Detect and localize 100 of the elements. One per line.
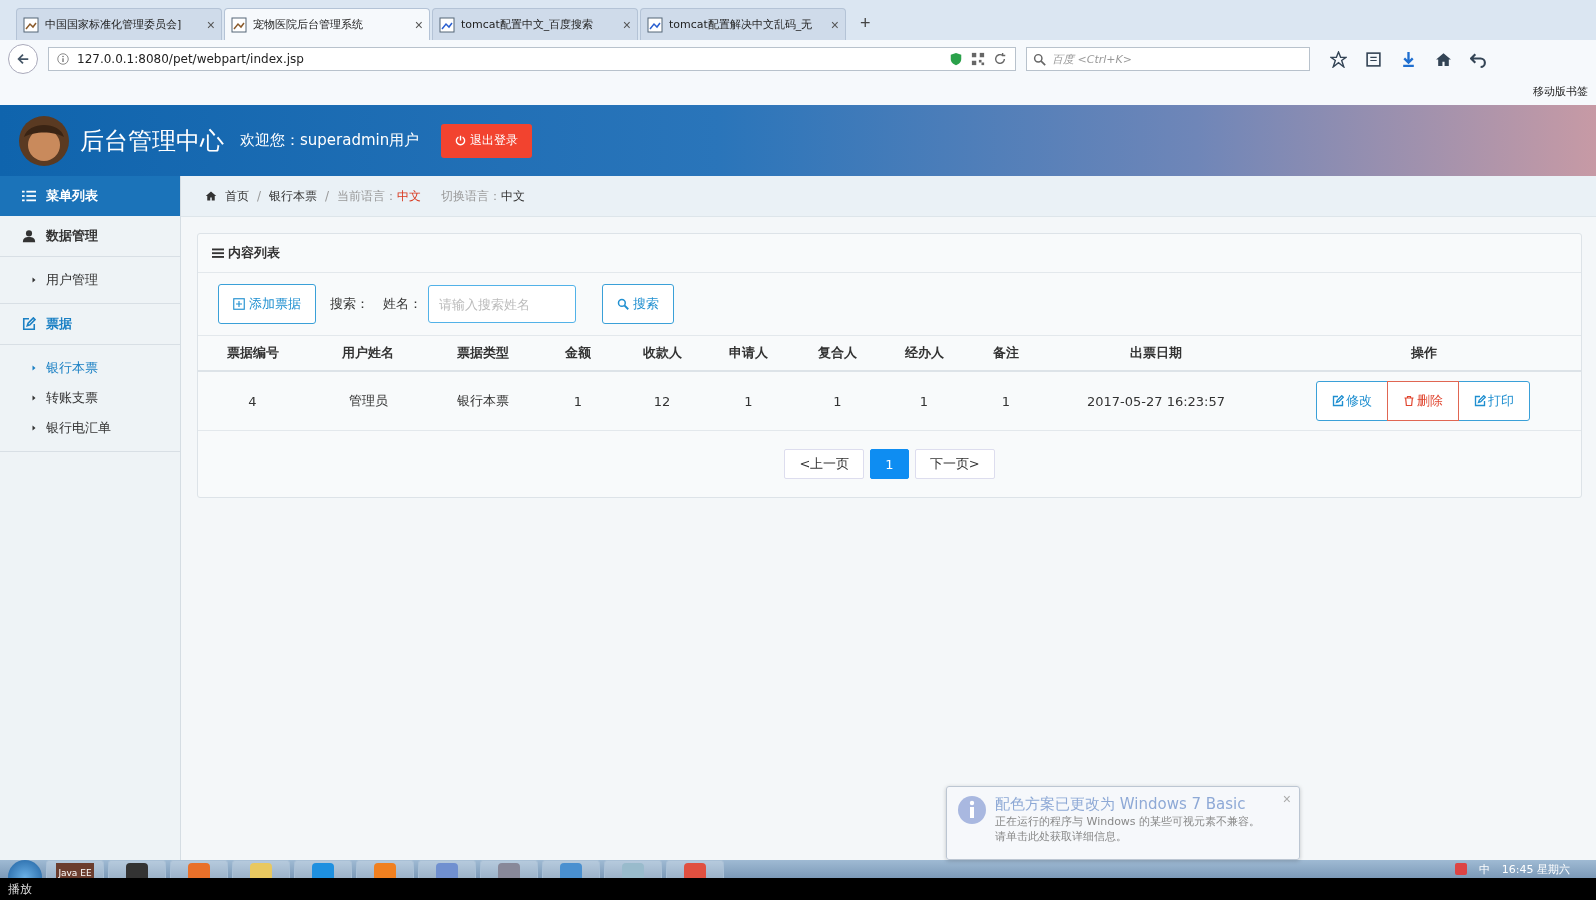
browser-tab[interactable]: 宠物医院后台管理系统 × — [224, 8, 430, 40]
sidebar-item[interactable]: 银行电汇单 — [0, 413, 180, 443]
table-cell-text: 1 — [918, 393, 930, 409]
caret-icon — [30, 276, 38, 284]
search-icon — [617, 298, 629, 310]
browser-tab[interactable]: tomcat配置中文_百度搜索 × — [432, 8, 638, 40]
search-button[interactable]: 搜索 — [602, 284, 674, 324]
back-button[interactable] — [8, 44, 38, 74]
avatar — [18, 114, 70, 167]
sidebar-item[interactable]: 用户管理 — [0, 265, 180, 295]
page-icon — [439, 16, 455, 33]
sidebar-item[interactable]: 银行本票 — [0, 353, 180, 383]
delete-button[interactable]: 删除 — [1387, 381, 1459, 421]
logout-button[interactable]: 退出登录 — [441, 123, 533, 158]
action-button[interactable]: 修改 — [1316, 381, 1388, 421]
table-cell-text: 1 — [832, 393, 843, 409]
notification-text: 正在运行的程序与 Windows 的某些可视元素不兼容。 — [995, 814, 1262, 829]
notification-title: 配色方案已更改为 Windows 7 Basic — [995, 795, 1247, 814]
language-value: 中文 — [397, 187, 422, 205]
power-icon — [455, 135, 467, 146]
page-icon — [231, 16, 247, 33]
notification-popup[interactable]: 配色方案已更改为 Windows 7 Basic 正在运行的程序与 Windows 的某些可视元素不兼容。 请单击此处获取详细信息。 × — [946, 786, 1300, 860]
column-header: 经办人 — [903, 344, 945, 362]
star-icon — [1330, 50, 1347, 68]
search-label: 搜索： — [330, 295, 369, 313]
caret-icon — [30, 364, 38, 372]
sidebar-group[interactable]: 票据 — [0, 304, 180, 345]
notification-text: 请单击此处获取详细信息。 — [995, 829, 1128, 844]
tray-icon[interactable] — [1454, 863, 1467, 875]
column-header: 票据编号 — [225, 344, 280, 362]
undo-icon — [1470, 50, 1487, 68]
url-field[interactable]: 127.0.0.1:8080/pet/webpart/index.jsp — [48, 47, 1016, 71]
info-icon — [57, 53, 69, 65]
menu-icon — [212, 247, 224, 259]
caret-icon — [30, 394, 38, 402]
table-cell-text: 银行本票 — [455, 392, 510, 410]
page-icon — [23, 16, 39, 33]
download-icon — [1400, 50, 1417, 68]
previous-page-button[interactable]: <上一页 — [784, 449, 865, 479]
edit-icon — [1474, 395, 1486, 407]
switch-language-label: 切换语言： — [441, 187, 502, 205]
search-icon — [1033, 52, 1046, 66]
breadcrumb-link[interactable]: 银行本票 — [269, 187, 318, 205]
close-tab-button[interactable]: × — [414, 16, 423, 33]
breadcrumb-separator: / — [325, 189, 330, 203]
table-cell-text: 1 — [743, 393, 754, 409]
reload-icon — [993, 52, 1007, 66]
home-icon — [1435, 50, 1452, 68]
breadcrumb-separator: / — [257, 189, 262, 203]
status-text: 播放 — [0, 878, 1596, 900]
name-search-field[interactable]: 请输入搜索姓名 — [428, 285, 576, 323]
table-cell-text: 1 — [1000, 393, 1012, 409]
column-header: 出票日期 — [1129, 344, 1183, 362]
next-page-button[interactable]: 下一页> — [914, 449, 995, 479]
column-header: 收款人 — [641, 344, 683, 362]
app-title: 后台管理中心 — [80, 125, 224, 157]
edit-icon — [1332, 395, 1344, 407]
column-header: 票据类型 — [455, 344, 510, 362]
browser-tab[interactable]: 中国国家标准化管理委员会] × — [16, 8, 222, 40]
name-label: 姓名： — [383, 295, 422, 313]
caret-icon — [30, 424, 38, 432]
column-header: 申请人 — [728, 344, 769, 362]
column-header: 用户姓名 — [341, 344, 395, 362]
switch-language-link[interactable]: 中文 — [501, 187, 526, 205]
action-button[interactable]: 打印 — [1458, 381, 1530, 421]
table-cell-text: 2017-05-27 16:23:57 — [1085, 393, 1227, 409]
qr-code-icon — [971, 52, 985, 66]
home-icon — [205, 190, 217, 202]
add-button[interactable]: 添加票据 — [218, 284, 316, 324]
welcome-text: 欢迎您：superadmin用户 — [240, 131, 420, 150]
bookmark-link[interactable]: 移动版书签 — [1533, 84, 1588, 99]
sidebar-heading: 菜单列表 — [0, 176, 180, 216]
sidebar-group[interactable]: 数据管理 — [0, 216, 180, 257]
shield-icon — [949, 52, 963, 66]
language-label: 当前语言： — [337, 187, 398, 205]
back-arrow-icon — [16, 52, 30, 66]
close-tab-button[interactable]: × — [622, 16, 631, 33]
user-icon — [22, 229, 36, 243]
column-header: 备注 — [992, 344, 1020, 362]
close-tab-button[interactable]: × — [830, 16, 839, 33]
table-cell-text: 1 — [572, 393, 584, 409]
table-cell-text: 4 — [247, 393, 258, 409]
close-tab-button[interactable]: × — [206, 16, 215, 33]
info-icon — [957, 795, 987, 825]
edit-icon — [22, 317, 36, 331]
column-header: 操作 — [1409, 344, 1438, 362]
page-icon — [647, 16, 663, 33]
column-header: 金额 — [564, 344, 592, 362]
plus-square-icon — [233, 298, 245, 310]
clock-text: 16:45 星期六 — [1501, 861, 1570, 877]
panel-title: 内容列表 — [228, 244, 280, 262]
column-header: 复合人 — [817, 344, 858, 362]
sidebar-item[interactable]: 转账支票 — [0, 383, 180, 413]
table-cell-text: 12 — [652, 393, 672, 409]
table-cell-text: 管理员 — [347, 392, 389, 410]
new-tab-button[interactable]: + — [848, 13, 883, 40]
list-icon — [22, 189, 36, 203]
browser-tab[interactable]: tomcat配置解决中文乱码_无 × — [640, 8, 846, 40]
breadcrumb-link[interactable]: 首页 — [225, 187, 249, 205]
reader-icon — [1365, 50, 1382, 68]
